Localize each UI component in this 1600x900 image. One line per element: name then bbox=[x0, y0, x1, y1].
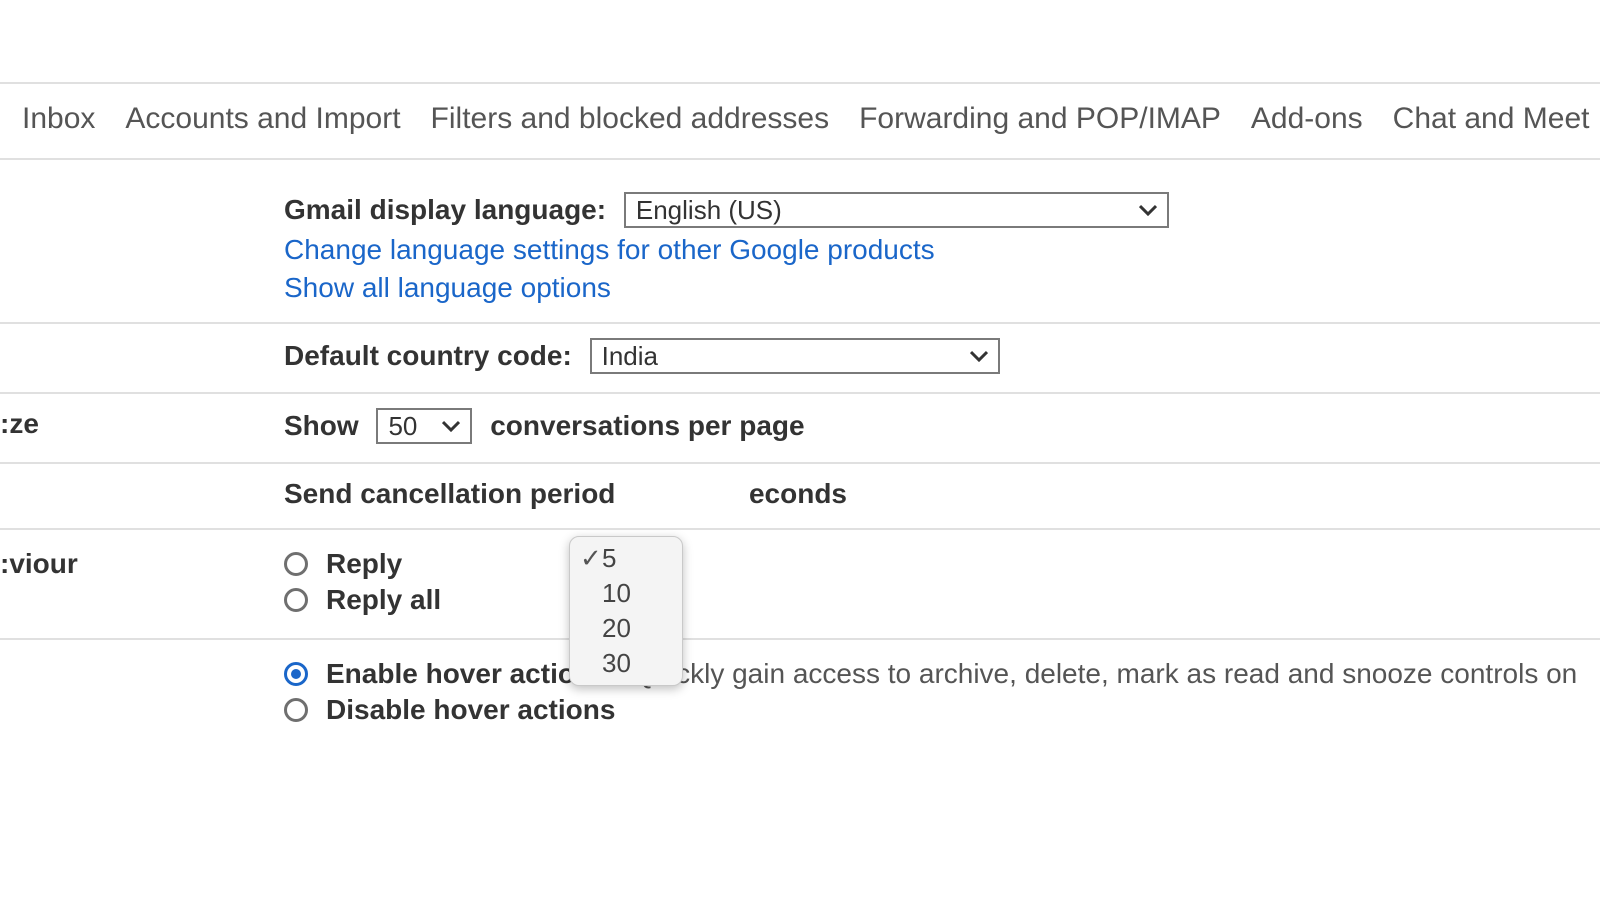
radio-icon bbox=[284, 552, 308, 576]
link-show-all-language-options[interactable]: Show all language options bbox=[284, 272, 1600, 304]
enable-hover-desc: - Quickly gain access to archive, delete… bbox=[608, 658, 1578, 689]
radio-enable-hover[interactable]: Enable hover actions - Quickly gain acce… bbox=[284, 658, 1600, 690]
language-select[interactable]: English (US) bbox=[624, 192, 1169, 228]
enable-hover-label: Enable hover actions bbox=[326, 658, 608, 689]
radio-icon bbox=[284, 698, 308, 722]
link-change-language-other-products[interactable]: Change language settings for other Googl… bbox=[284, 234, 1600, 266]
undo-send-option-label: 5 bbox=[602, 543, 616, 574]
country-code-select[interactable]: India bbox=[590, 338, 1000, 374]
radio-reply-all-label: Reply all bbox=[326, 584, 441, 616]
undo-send-option-5[interactable]: ✓ 5 bbox=[570, 541, 682, 576]
undo-send-option-30[interactable]: 30 bbox=[570, 646, 682, 681]
page-size-value: 50 bbox=[388, 411, 417, 442]
page-size-suffix: conversations per page bbox=[490, 410, 804, 441]
settings-tab-bar: Inbox Accounts and Import Filters and bl… bbox=[0, 84, 1600, 160]
radio-reply[interactable]: Reply bbox=[284, 548, 1600, 580]
country-code-label: Default country code: bbox=[284, 340, 572, 371]
header-blank bbox=[0, 0, 1600, 84]
radio-reply-all[interactable]: Reply all bbox=[284, 584, 1600, 616]
tab-forwarding[interactable]: Forwarding and POP/IMAP bbox=[859, 102, 1221, 136]
undo-send-option-label: 30 bbox=[602, 648, 631, 679]
tab-accounts[interactable]: Accounts and Import bbox=[125, 102, 400, 136]
undo-send-option-label: 10 bbox=[602, 578, 631, 609]
undo-send-option-20[interactable]: 20 bbox=[570, 611, 682, 646]
tab-chat[interactable]: Chat and Meet bbox=[1393, 102, 1590, 136]
page-size-prefix: Show bbox=[284, 410, 359, 441]
disable-hover-label: Disable hover actions bbox=[326, 694, 615, 726]
undo-send-option-label: 20 bbox=[602, 613, 631, 644]
reply-behaviour-label-truncated: viour: bbox=[0, 530, 284, 580]
undo-send-suffix: econds bbox=[749, 478, 847, 509]
tab-filters[interactable]: Filters and blocked addresses bbox=[431, 102, 830, 136]
language-select-value: English (US) bbox=[636, 195, 782, 226]
country-code-value: India bbox=[602, 341, 658, 372]
chevron-down-icon bbox=[1139, 204, 1157, 216]
undo-send-dropdown[interactable]: ✓ 5 10 20 30 bbox=[569, 536, 683, 686]
radio-icon bbox=[284, 588, 308, 612]
chevron-down-icon bbox=[442, 420, 460, 432]
page-size-select[interactable]: 50 bbox=[376, 408, 472, 444]
check-icon: ✓ bbox=[580, 543, 602, 574]
tab-inbox[interactable]: Inbox bbox=[22, 102, 95, 136]
language-label: Gmail display language: bbox=[284, 194, 606, 225]
radio-icon bbox=[284, 662, 308, 686]
radio-disable-hover[interactable]: Disable hover actions bbox=[284, 694, 1600, 726]
page-size-label-truncated: ze: bbox=[0, 394, 284, 440]
chevron-down-icon bbox=[970, 350, 988, 362]
radio-reply-label: Reply bbox=[326, 548, 402, 580]
tab-addons[interactable]: Add-ons bbox=[1251, 102, 1363, 136]
undo-send-prefix: Send cancellation period bbox=[284, 478, 615, 509]
undo-send-option-10[interactable]: 10 bbox=[570, 576, 682, 611]
